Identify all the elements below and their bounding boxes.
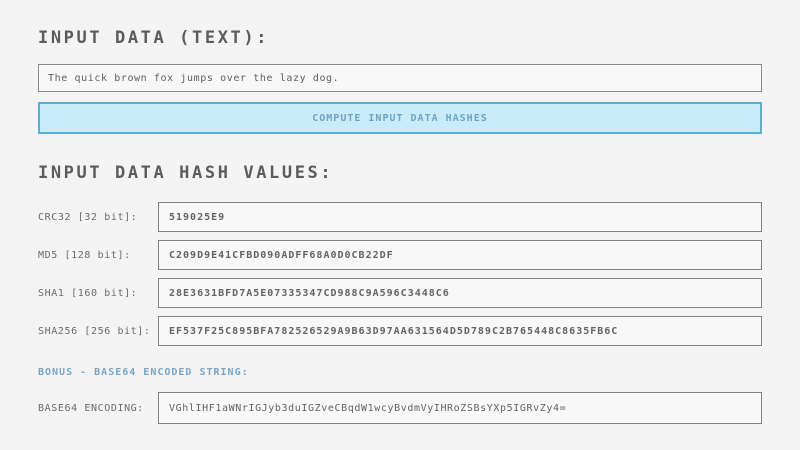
sha1-label: SHA1 [160 bit]: (38, 288, 158, 299)
base64-row: BASE64 ENCODING: (38, 392, 762, 424)
base64-value-field[interactable] (158, 392, 762, 424)
bonus-base64-title: BONUS - BASE64 ENCODED STRING: (38, 367, 762, 378)
crc32-label: CRC32 [32 bit]: (38, 212, 158, 223)
sha256-label: SHA256 [256 bit]: (38, 326, 158, 337)
sha256-value-field[interactable] (158, 316, 762, 346)
crc32-value-field[interactable] (158, 202, 762, 232)
hash-row-sha256: SHA256 [256 bit]: (38, 316, 762, 346)
sha1-value-field[interactable] (158, 278, 762, 308)
md5-label: MD5 [128 bit]: (38, 250, 158, 261)
input-data-field[interactable] (38, 64, 762, 92)
md5-value-field[interactable] (158, 240, 762, 270)
hash-tool-page: INPUT DATA (TEXT): COMPUTE INPUT DATA HA… (0, 28, 800, 450)
hash-row-crc32: CRC32 [32 bit]: (38, 202, 762, 232)
compute-hashes-button[interactable]: COMPUTE INPUT DATA HASHES (38, 102, 762, 134)
hash-values-title: INPUT DATA HASH VALUES: (38, 163, 762, 183)
input-data-title: INPUT DATA (TEXT): (38, 28, 762, 48)
hash-row-sha1: SHA1 [160 bit]: (38, 278, 762, 308)
hash-row-md5: MD5 [128 bit]: (38, 240, 762, 270)
base64-label: BASE64 ENCODING: (38, 403, 158, 414)
